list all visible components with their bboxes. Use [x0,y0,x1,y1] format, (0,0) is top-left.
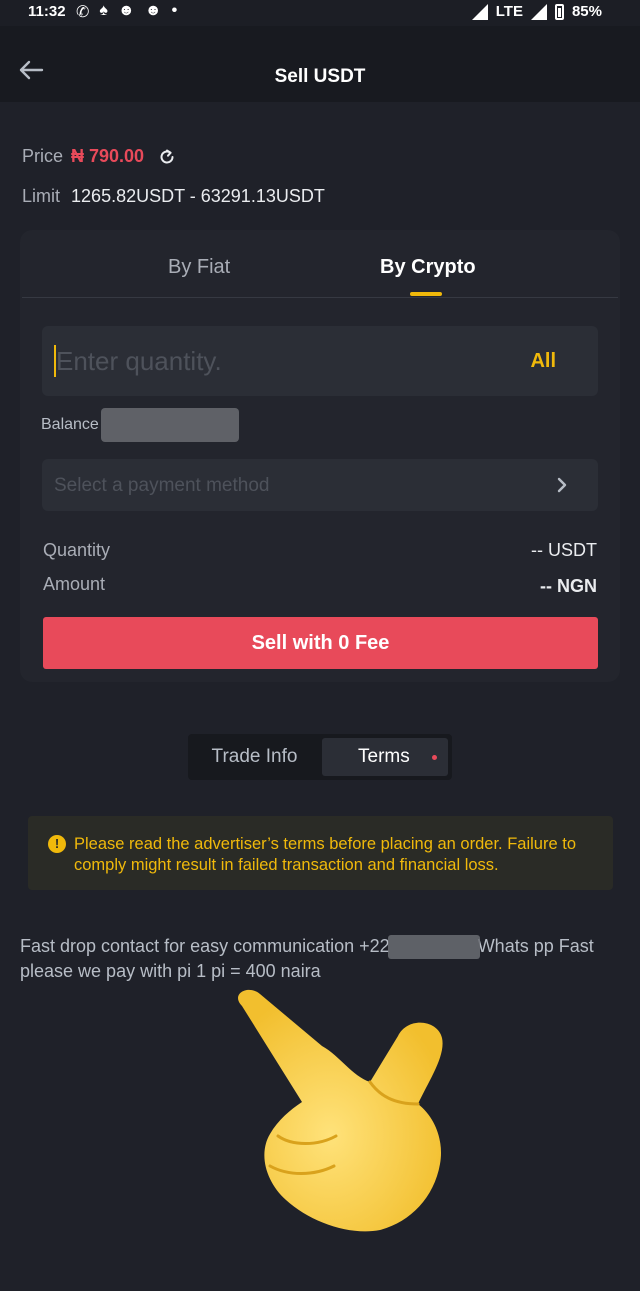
discord-icon: ☻ [144,2,162,19]
quantity-value: -- USDT [531,540,597,560]
discord-icon: ☻ [117,2,135,19]
quantity-label: Quantity [43,540,111,560]
amount-label: Amount [43,574,106,594]
status-time: 11:32 [28,3,66,20]
dot-icon: • [171,2,178,19]
snapchat-icon: ♠ [99,2,108,19]
limit-row: Limit 1265.82USDT - 63291.13USDT [22,186,325,207]
all-button[interactable]: All [530,350,556,373]
phone-number-redacted [387,935,480,960]
balance-value-redacted [100,408,239,442]
status-bar: 11:32 ✆ ♠ ☻ ☻ • LTE 85% [0,0,640,26]
network-label: LTE [495,3,523,20]
sell-button[interactable]: Sell with 0 Fee [43,617,598,669]
signal-icon [530,3,547,20]
signal-icon [471,3,488,20]
terms-text-before: Fast drop contact for easy communication… [20,936,390,956]
tab-terms[interactable]: Terms [322,738,448,776]
active-tab-indicator [410,292,442,296]
amount-mode-tabs: By Fiat By Crypto [22,238,618,298]
balance-row: Balance [41,408,239,442]
payment-method-select[interactable]: Select a payment method [42,459,598,511]
info-segmented-control: Trade Info Terms [188,734,452,780]
notification-dot [432,755,437,760]
price-value: ₦ 790.00 [71,146,145,166]
quantity-input-box: All [42,326,598,396]
refresh-icon[interactable] [158,148,176,166]
balance-label: Balance [41,416,99,433]
tab-by-fiat[interactable]: By Fiat [168,256,230,279]
notification-icons: ✆ ♠ ☻ ☻ • [76,2,177,22]
advertiser-terms-text: Fast drop contact for easy communication… [20,934,620,983]
terms-warning-banner: ! Please read the advertiser’s terms bef… [28,816,613,890]
price-label: Price [22,146,64,166]
quantity-input[interactable] [56,340,476,382]
amount-value: -- NGN [540,576,597,596]
limit-value: 1265.82USDT - 63291.13USDT [71,186,325,206]
price-row: Price ₦ 790.00 [22,146,176,167]
battery-level: 85% [571,3,602,20]
warning-icon: ! [48,835,66,853]
tab-trade-info[interactable]: Trade Info [188,734,321,780]
page-title: Sell USDT [274,66,366,87]
pointing-hand-icon [238,989,443,1232]
payment-method-placeholder: Select a payment method [54,475,270,496]
chevron-right-icon [557,477,567,493]
warning-text: Please read the advertiser’s terms befor… [74,835,576,874]
battery-icon [554,3,564,20]
app-header: Sell USDT [0,26,640,102]
status-right: LTE 85% [471,3,602,20]
limit-label: Limit [22,186,61,206]
whatsapp-icon: ✆ [76,4,90,21]
tab-by-crypto[interactable]: By Crypto [380,256,476,279]
